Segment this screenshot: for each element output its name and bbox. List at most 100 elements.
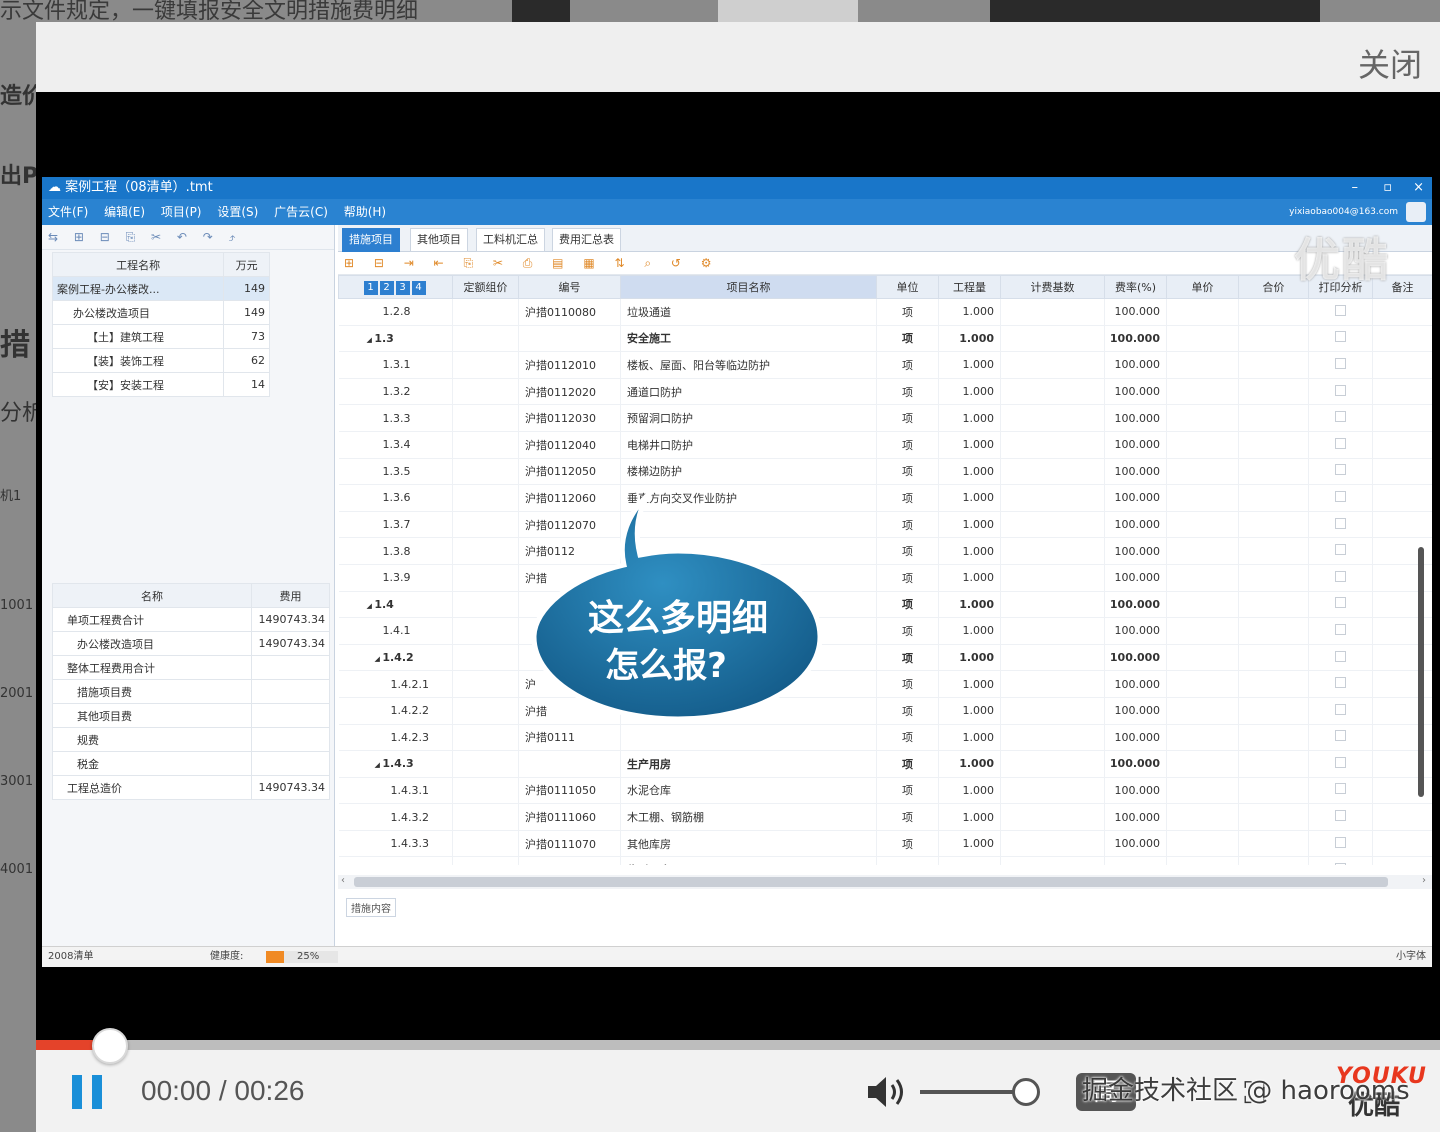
row-number[interactable]: 1.2.8 [338,298,453,326]
table-row[interactable]: ◢ 1.4.2 项 1.000 100.000 [338,644,1432,672]
print-analysis-checkbox[interactable] [1308,511,1373,539]
item-quantity[interactable]: 1.000 [938,325,1001,353]
horizontal-scrollbar[interactable]: ‹ › [338,875,1432,889]
table-row[interactable]: 1.4.2.2 沪措项 1.000 100.000 [338,697,1432,725]
unit-price-cell[interactable] [1166,803,1239,831]
table-row[interactable]: 1.3.3 沪措0112030 预留洞口防护项 1.000 100.000 [338,404,1432,432]
checkbox-icon[interactable] [1335,836,1346,848]
item-rate[interactable]: 100.000 [1104,564,1167,592]
checkbox-icon[interactable] [1335,863,1346,865]
item-unit[interactable]: 项 [876,750,939,778]
row-number[interactable]: 1.3.6 [338,484,453,512]
column-header[interactable]: 编号 [518,275,621,299]
remark-cell[interactable] [1372,458,1432,486]
calc-base-cell[interactable] [1000,830,1105,858]
print-analysis-checkbox[interactable] [1308,431,1373,459]
item-code[interactable]: 沪措0112010 [518,351,621,379]
item-unit[interactable]: 项 [876,404,939,432]
checkbox-icon[interactable] [1335,437,1346,449]
print-analysis-checkbox[interactable] [1308,830,1373,858]
item-rate[interactable]: 100.000 [1104,830,1167,858]
table-row[interactable]: 1.4.2.1 沪项 1.000 100.000 [338,670,1432,698]
row-number[interactable]: 1.3.1 [338,351,453,379]
menu-file[interactable]: 文件(F) [48,205,88,219]
scrollbar-thumb[interactable] [354,877,1388,887]
cost-item[interactable]: 其他项目费 [52,703,252,728]
item-rate[interactable]: 100.000 [1104,458,1167,486]
maximize-icon[interactable]: ▫ [1383,177,1392,199]
item-quantity[interactable]: 1.000 [938,537,1001,565]
item-name[interactable]: 水泥仓库 [620,777,877,805]
pricing-cell[interactable] [452,351,519,379]
left-toolbar[interactable]: ⇆ ⊞ ⊟ ⎘ ✂ ↶ ↷ ⤴ [42,225,334,250]
column-header[interactable]: 单价 [1166,275,1239,299]
remark-cell[interactable] [1372,803,1432,831]
calc-base-cell[interactable] [1000,431,1105,459]
volume-handle[interactable] [1012,1078,1040,1106]
menu-help[interactable]: 帮助(H) [344,205,386,219]
checkbox-icon[interactable] [1335,623,1346,635]
row-number[interactable]: ◢ 1.3 [338,325,453,353]
item-unit[interactable]: 项 [876,351,939,379]
item-name[interactable]: 木工棚、钢筋棚 [620,803,877,831]
unit-price-cell[interactable] [1166,484,1239,512]
calc-base-cell[interactable] [1000,404,1105,432]
item-unit[interactable]: 项 [876,298,939,326]
checkbox-icon[interactable] [1335,730,1346,742]
item-code[interactable] [518,856,621,865]
menu-edit[interactable]: 编辑(E) [104,205,145,219]
pricing-cell[interactable] [452,458,519,486]
row-number[interactable]: 1.4.3.1 [338,777,453,805]
item-code[interactable]: 沪措0110080 [518,298,621,326]
total-price-cell[interactable] [1238,484,1309,512]
item-rate[interactable]: 100.000 [1104,803,1167,831]
item-rate[interactable]: 100.000 [1104,484,1167,512]
table-row[interactable]: 1.4.3.2 沪措0111060 木工棚、钢筋棚项 1.000 100.000 [338,803,1432,831]
item-quantity[interactable]: 1.000 [938,378,1001,406]
close-button[interactable]: 关闭 [1358,40,1422,86]
close-window-icon[interactable]: × [1413,177,1424,199]
row-number[interactable]: 1.3.3 [338,404,453,432]
item-rate[interactable]: 100.000 [1104,298,1167,326]
pricing-cell[interactable] [452,404,519,432]
table-row[interactable]: 1.4.1 项 1.000 100.000 [338,617,1432,645]
row-number[interactable]: 1.4.2.2 [338,697,453,725]
item-code[interactable]: 沪措0112040 [518,431,621,459]
calc-base-cell[interactable] [1000,856,1105,865]
pricing-cell[interactable] [452,724,519,752]
unit-price-cell[interactable] [1166,378,1239,406]
tree-item[interactable]: 办公楼改造项目 [51,300,225,325]
item-quantity[interactable]: 1.000 [938,431,1001,459]
column-header[interactable]: 名称 [52,583,252,608]
remark-cell[interactable] [1372,830,1432,858]
calc-base-cell[interactable] [1000,617,1105,645]
unit-price-cell[interactable] [1166,617,1239,645]
row-number[interactable]: 1.3.4 [338,431,453,459]
item-rate[interactable]: 100.000 [1104,431,1167,459]
item-unit[interactable]: 项 [876,325,939,353]
pricing-cell[interactable] [452,484,519,512]
volume-slider[interactable] [920,1090,1024,1094]
table-row[interactable]: 1.4.3.3 沪措0111070 其他库房项 1.000 100.000 [338,830,1432,858]
item-code[interactable]: 沪措0111060 [518,803,621,831]
table-row[interactable]: 1.3.1 沪措0112010 楼板、屋面、阳台等临边防护项 1.000 100.000 [338,351,1432,379]
print-analysis-checkbox[interactable] [1308,351,1373,379]
unit-price-cell[interactable] [1166,750,1239,778]
item-rate[interactable]: 100.000 [1104,404,1167,432]
cost-item[interactable]: 措施项目费 [52,679,252,704]
progress-handle[interactable] [92,1028,129,1064]
avatar[interactable] [1406,202,1426,222]
tree-item[interactable]: 【土】建筑工程 [51,324,225,349]
item-rate[interactable]: 100.000 [1104,591,1167,619]
item-unit[interactable]: 项 [876,724,939,752]
remark-cell[interactable] [1372,378,1432,406]
total-price-cell[interactable] [1238,591,1309,619]
grid-toolbar[interactable]: ⊞ ⊟ ⇥ ⇤ ⎘ ✂ ⎙ ▤ ▦ ⇅ ⌕ ↺ ⚙ [338,252,1432,275]
item-rate[interactable]: 100.000 [1104,724,1167,752]
table-row[interactable]: 1.4.2.3 沪措0111 项 1.000 100.000 [338,724,1432,752]
checkbox-icon[interactable] [1335,411,1346,423]
cost-item[interactable]: 单项工程费合计 [52,607,252,632]
print-analysis-checkbox[interactable] [1308,856,1373,865]
cost-item[interactable]: 办公楼改造项目 [52,631,252,656]
minimize-icon[interactable]: – [1352,177,1359,199]
